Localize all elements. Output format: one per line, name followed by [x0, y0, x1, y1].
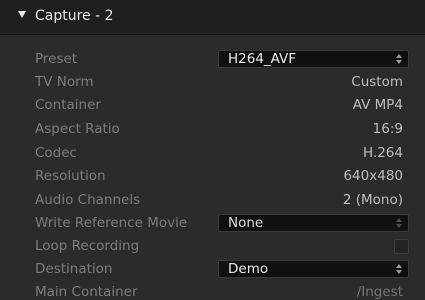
audio-channels-value: 2 (Mono) — [342, 192, 403, 208]
preset-popup[interactable]: H264_AVF — [218, 50, 409, 68]
row-preset: Preset H264_AVF — [0, 48, 425, 71]
disclosure-triangle-icon[interactable] — [18, 11, 26, 18]
capture-settings-panel: Capture - 2 Preset H264_AVF TV Norm Cust… — [0, 0, 425, 300]
write-reference-movie-value: None — [228, 215, 264, 231]
row-codec: Codec H.264 — [0, 142, 425, 165]
section-header[interactable]: Capture - 2 — [0, 0, 425, 35]
destination-value: Demo — [228, 261, 269, 277]
loop-recording-label: Loop Recording — [35, 238, 140, 254]
tv-norm-value: Custom — [351, 74, 403, 90]
resolution-value: 640x480 — [343, 168, 403, 184]
row-audio-channels: Audio Channels 2 (Mono) — [0, 189, 425, 212]
up-down-arrows-icon — [396, 54, 402, 64]
section-title: Capture - 2 — [35, 8, 114, 24]
row-write-reference-movie: Write Reference Movie None — [0, 212, 425, 235]
write-reference-movie-popup[interactable]: None — [218, 214, 409, 232]
main-container-label: Main Container — [35, 284, 138, 300]
row-aspect-ratio: Aspect Ratio 16:9 — [0, 118, 425, 141]
write-reference-movie-label: Write Reference Movie — [35, 215, 188, 231]
preset-label: Preset — [35, 51, 78, 67]
destination-popup[interactable]: Demo — [218, 260, 409, 278]
codec-label: Codec — [35, 145, 77, 161]
row-main-container: Main Container /Ingest — [0, 281, 425, 300]
row-container: Container AV MP4 — [0, 94, 425, 117]
audio-channels-label: Audio Channels — [35, 192, 141, 208]
row-loop-recording: Loop Recording — [0, 235, 425, 258]
row-destination: Destination Demo — [0, 258, 425, 281]
preset-value: H264_AVF — [228, 51, 297, 67]
row-tv-norm: TV Norm Custom — [0, 71, 425, 94]
aspect-ratio-label: Aspect Ratio — [35, 121, 120, 137]
destination-label: Destination — [35, 261, 113, 277]
container-value: AV MP4 — [352, 97, 403, 113]
resolution-label: Resolution — [35, 168, 106, 184]
main-container-value: /Ingest — [356, 284, 403, 300]
up-down-arrows-icon — [396, 264, 402, 274]
row-resolution: Resolution 640x480 — [0, 165, 425, 188]
loop-recording-checkbox[interactable] — [394, 239, 409, 254]
up-down-arrows-icon — [396, 218, 402, 228]
aspect-ratio-value: 16:9 — [372, 121, 403, 137]
container-label: Container — [35, 97, 101, 113]
tv-norm-label: TV Norm — [35, 74, 94, 90]
codec-value: H.264 — [363, 145, 403, 161]
